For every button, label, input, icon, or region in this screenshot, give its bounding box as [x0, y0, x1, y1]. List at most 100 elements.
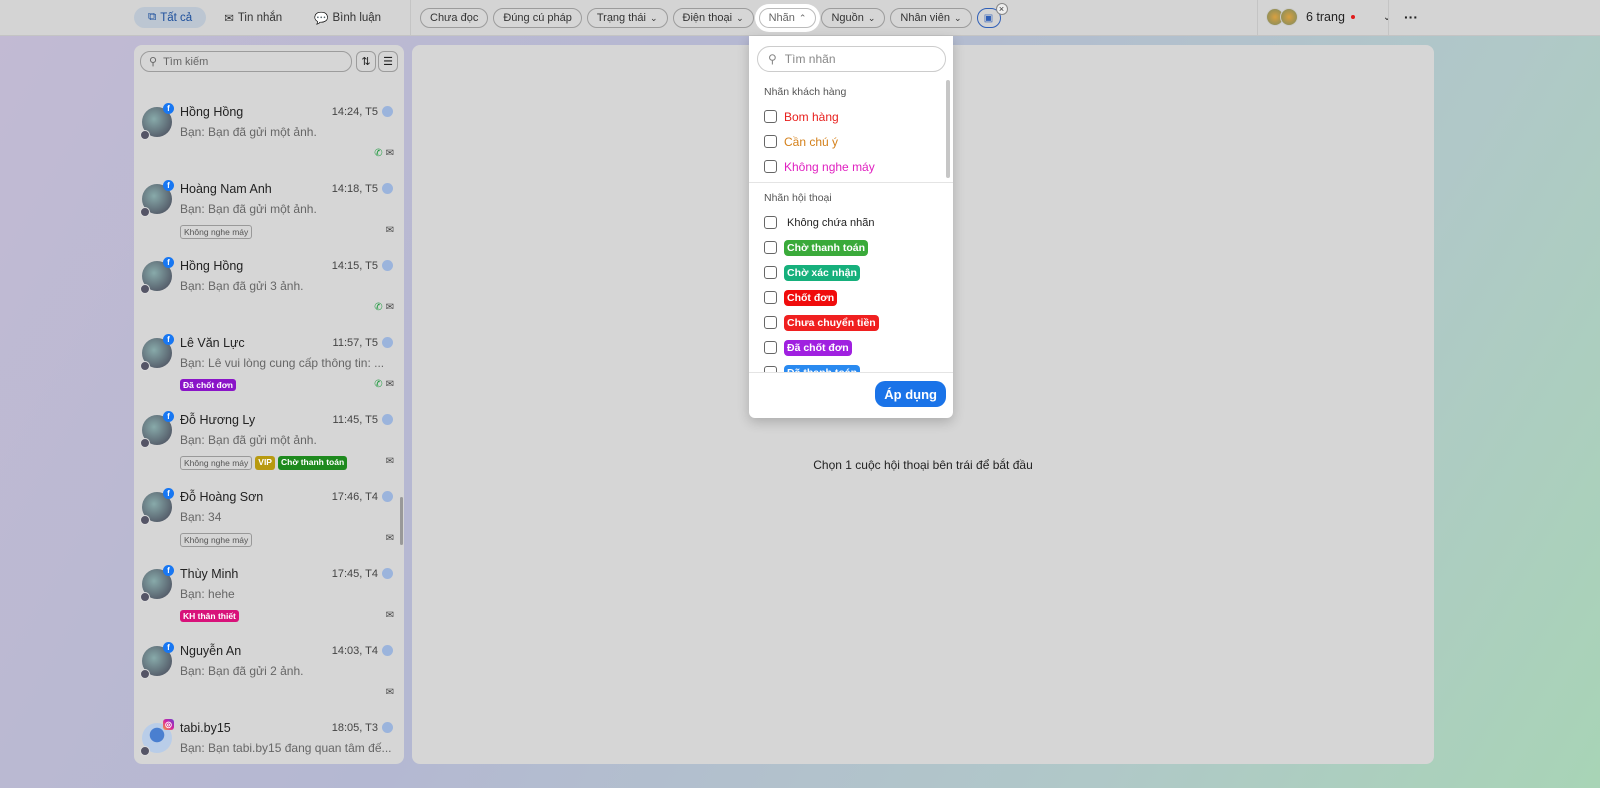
checkbox[interactable] — [764, 316, 777, 329]
filter-chip[interactable]: Nhân viên ⌄ — [890, 8, 972, 28]
tab-2[interactable]: 💬 Bình luận — [300, 7, 395, 28]
actions: ✉ — [386, 610, 394, 621]
label-text: Cần chú ý — [784, 134, 839, 149]
dropdown-scrollbar[interactable] — [946, 80, 950, 178]
tab-label: Tất cả — [160, 11, 193, 24]
section-heading: Nhãn hội thoại — [764, 192, 832, 204]
checkbox[interactable] — [764, 341, 777, 354]
mail-icon[interactable]: ✉ — [386, 687, 394, 698]
timestamp: 14:18, T5 — [331, 183, 378, 195]
conversation-item[interactable]: f Thùy Minh 17:45, T4 Bạn: hehe KH thân t… — [134, 565, 404, 642]
conversation-item[interactable]: f Đỗ Hoàng Sơn 17:46, T4 Bạn: 34 Không ng… — [134, 488, 404, 565]
user-status-icon — [382, 260, 393, 271]
apply-button[interactable]: Áp dụng — [875, 381, 946, 407]
checkbox[interactable] — [764, 160, 777, 173]
label-option[interactable]: Chờ xác nhận — [749, 260, 953, 285]
mail-icon[interactable]: ✉ — [386, 302, 394, 313]
filter-label: Nhãn — [768, 12, 795, 24]
scrollbar[interactable] — [400, 497, 403, 545]
conversation-item[interactable]: f Đỗ Hương Ly 11:45, T5 Bạn: Bạn đã gửi … — [134, 411, 404, 488]
label-option[interactable]: Chốt đơn — [749, 285, 953, 310]
divider — [1257, 0, 1258, 36]
chevron-icon: ⌄ — [649, 12, 658, 23]
search-placeholder: Tìm kiếm — [163, 55, 209, 68]
conversation-item[interactable]: f Hồng Hồng 14:15, T5 Bạn: Bạn đã gửi 3 … — [134, 257, 404, 334]
label-option[interactable]: Chờ thanh toán — [749, 235, 953, 260]
chevron-icon: ⌃ — [798, 12, 807, 23]
mail-icon[interactable]: ✉ — [386, 148, 394, 159]
filter-chip[interactable]: Trạng thái ⌄ — [586, 8, 668, 28]
tab-0[interactable]: ⧉ Tất cả — [134, 7, 207, 28]
contact-name: tabi.by15 — [180, 721, 231, 735]
phone-icon[interactable]: ✆ — [374, 379, 382, 390]
mail-icon[interactable]: ✉ — [386, 379, 394, 390]
checkbox[interactable] — [764, 135, 777, 148]
phone-icon[interactable]: ✆ — [374, 148, 382, 159]
checkbox[interactable] — [764, 266, 777, 279]
checkbox[interactable] — [764, 110, 777, 123]
label-option[interactable]: Đã thanh toán — [749, 360, 953, 372]
phone-icon[interactable]: ✆ — [374, 302, 382, 313]
message-preview: Bạn: Bạn đã gửi một ảnh. — [180, 433, 317, 447]
assignee-avatar — [140, 284, 150, 294]
tag: Không nghe máy — [180, 533, 253, 547]
facebook-icon: f — [163, 642, 174, 653]
checkbox[interactable] — [764, 241, 777, 254]
label-option[interactable]: Chưa chuyển tiền — [749, 310, 953, 335]
divider — [1388, 0, 1389, 36]
filter-chip[interactable]: Điện thoại ⌄ — [672, 8, 754, 28]
page-selector[interactable]: 6 trang ⌄ — [1266, 8, 1391, 26]
checkbox[interactable] — [764, 291, 777, 304]
tab-1[interactable]: ✉ Tin nhắn — [210, 7, 296, 28]
label-option-none[interactable]: Không chứa nhãn — [749, 210, 953, 235]
assignee-avatar — [140, 438, 150, 448]
conversation-item[interactable]: f Lê Văn Lực 11:57, T5 Bạn: Lê vui lòng … — [134, 334, 404, 411]
label-option[interactable]: Cần chú ý — [749, 129, 953, 154]
conversation-item[interactable]: f Hồng Hồng 14:24, T5 Bạn: Bạn đã gửi mộ… — [134, 103, 404, 180]
filter-label: Điện thoại — [682, 12, 733, 24]
label-text: Không chứa nhãn — [787, 216, 875, 229]
label-list: Nhãn khách hàng Bom hàng Cần chú ý Không ng… — [749, 80, 953, 372]
filter-chip[interactable]: Đúng cú pháp — [493, 8, 582, 28]
more-button[interactable]: ··· — [1404, 9, 1418, 25]
timestamp: 11:57, T5 — [332, 337, 378, 349]
label-search-input[interactable]: ⚲ Tìm nhãn — [757, 46, 946, 72]
assignee-avatar — [140, 515, 150, 525]
filter-chip[interactable]: Chưa đọc — [420, 8, 489, 28]
conversation-item[interactable]: f Hoàng Nam Anh 14:18, T5 Bạn: Bạn đã gử… — [134, 180, 404, 257]
search-input[interactable]: ⚲ Tìm kiếm — [140, 51, 352, 72]
filter-bar: Chưa đọc Đúng cú pháp Trạng thái ⌄ Điện thoạ… — [420, 3, 1008, 28]
mail-icon[interactable]: ✉ — [386, 610, 394, 621]
label-badge: Chốt đơn — [784, 289, 838, 306]
comment-icon: 💬 — [314, 12, 329, 25]
checkbox[interactable] — [764, 216, 777, 229]
filter-chip[interactable]: Nhãn ⌃ — [758, 8, 817, 28]
tag: VIP — [255, 456, 275, 470]
assignee-avatar — [140, 130, 150, 140]
filter-label: Nhân viên — [900, 12, 950, 24]
date-filter-button[interactable]: ▣ × — [976, 3, 1008, 28]
mail-icon[interactable]: ✉ — [386, 225, 394, 236]
tag-list: Không nghe máy — [180, 533, 253, 547]
filter-list-button[interactable]: ☰ — [378, 51, 398, 72]
mail-icon: ✉ — [224, 12, 234, 25]
filter-label: Đúng cú pháp — [503, 12, 572, 24]
contact-name: Nguyễn An — [180, 644, 242, 658]
message-preview: Bạn: Bạn đã gửi một ảnh. — [180, 202, 317, 216]
label-option[interactable]: Đã chốt đơn — [749, 335, 953, 360]
actions: ✆ ✉ — [374, 302, 394, 313]
label-option[interactable]: Bom hàng — [749, 104, 953, 129]
mail-icon[interactable]: ✉ — [386, 456, 394, 467]
sort-button[interactable]: ⇅ — [356, 51, 376, 72]
label-option[interactable]: Không nghe máy — [749, 154, 953, 179]
label-badge: Đã thanh toán — [784, 364, 860, 372]
conversation-item[interactable]: f Nguyễn An 14:03, T4 Bạn: Bạn đã gửi 2 … — [134, 642, 404, 719]
mail-icon[interactable]: ✉ — [386, 533, 394, 544]
assignee-avatar — [140, 746, 150, 756]
clear-date-icon[interactable]: × — [995, 3, 1008, 15]
facebook-icon: f — [163, 488, 174, 499]
facebook-icon: f — [163, 565, 174, 576]
actions: ✉ — [386, 533, 394, 544]
conversation-item[interactable]: ◎ tabi.by15 18:05, T3 Bạn: Bạn tabi.by15… — [134, 719, 404, 764]
filter-chip[interactable]: Nguồn ⌄ — [821, 8, 886, 28]
